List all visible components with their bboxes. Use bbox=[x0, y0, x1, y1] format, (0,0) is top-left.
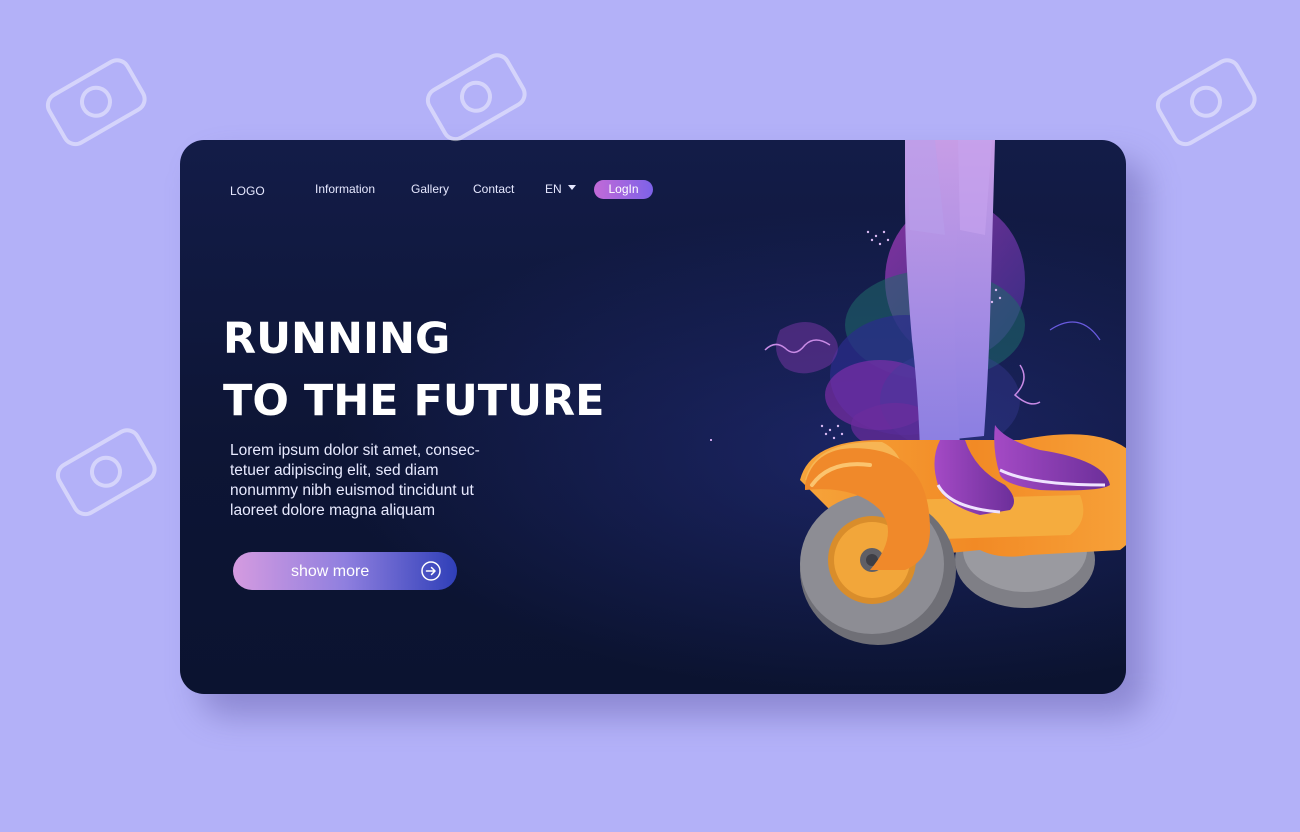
nav-item-information[interactable]: Information bbox=[315, 182, 375, 196]
arrow-right-circle-icon bbox=[421, 561, 441, 581]
watermark-camera-icon bbox=[425, 53, 527, 142]
nav-item-contact[interactable]: Contact bbox=[473, 182, 514, 196]
rider-legs bbox=[905, 140, 995, 450]
hero-description-line: laoreet dolore magna aliquam bbox=[230, 502, 436, 519]
hero-description-line: Lorem ipsum dolor sit amet, consec- bbox=[230, 442, 480, 459]
nav-item-gallery[interactable]: Gallery bbox=[411, 182, 449, 196]
hero-title-line: TO THE FUTURE bbox=[223, 376, 605, 426]
hero-description-line: nonummy nibh euismod tincidunt ut bbox=[230, 482, 474, 499]
hero-title: RUNNING TO THE FUTURE bbox=[223, 308, 643, 432]
watermark-camera-icon bbox=[1155, 58, 1257, 147]
hero-description: Lorem ipsum dolor sit amet, consec- tetu… bbox=[230, 441, 530, 521]
caret-down-icon[interactable] bbox=[568, 185, 576, 190]
logo[interactable]: LOGO bbox=[230, 184, 265, 198]
show-more-button[interactable]: show more bbox=[233, 552, 457, 590]
landing-card: LOGO Information Gallery Contact EN LogI… bbox=[180, 140, 1126, 694]
hero-title-line: RUNNING bbox=[223, 314, 451, 364]
hoverboard-illustration bbox=[710, 140, 1126, 645]
language-selector[interactable]: EN bbox=[545, 182, 562, 196]
hero-description-line: tetuer adipiscing elit, sed diam bbox=[230, 462, 439, 479]
show-more-label: show more bbox=[291, 563, 370, 580]
watermark-camera-icon bbox=[55, 428, 157, 517]
watermark-camera-icon bbox=[45, 58, 147, 147]
